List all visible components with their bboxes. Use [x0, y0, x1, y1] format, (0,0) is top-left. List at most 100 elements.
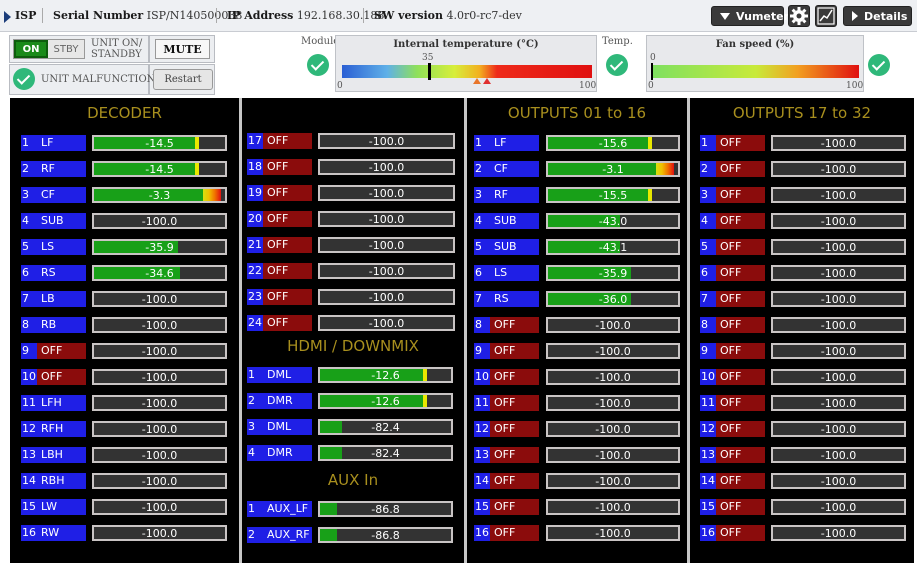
channel-label[interactable]: 12 OFF — [474, 421, 539, 437]
channel-label[interactable]: 11 OFF — [700, 395, 765, 411]
channel-label[interactable]: 5 LS — [21, 239, 86, 255]
level-value: -100.0 — [820, 422, 857, 436]
app-name: ISP — [15, 9, 37, 22]
channel-label[interactable]: 9 OFF — [700, 343, 765, 359]
restart-button[interactable]: Restart — [153, 69, 213, 90]
level-value: -86.8 — [371, 502, 400, 516]
channel-label[interactable]: 6 RS — [21, 265, 86, 281]
channel-label[interactable]: 3 CF — [21, 187, 86, 203]
gear-icon[interactable] — [788, 5, 810, 27]
channel-label[interactable]: 21 OFF — [247, 237, 312, 253]
channel-label[interactable]: 4 OFF — [700, 213, 765, 229]
level-meter: -15.5 — [546, 187, 680, 203]
channel-label[interactable]: 4 SUB — [474, 213, 539, 229]
channel-label[interactable]: 6 OFF — [700, 265, 765, 281]
channel-name: OFF — [263, 237, 312, 253]
channel-row: 9 OFF -100.0 — [474, 343, 680, 359]
channel-row: 1 LF -14.5 — [21, 135, 227, 151]
column-divider — [239, 98, 242, 563]
channel-label[interactable]: 22 OFF — [247, 263, 312, 279]
on-state[interactable]: ON — [14, 40, 48, 58]
channel-label[interactable]: 17 OFF — [247, 133, 312, 149]
channel-label[interactable]: 5 OFF — [700, 239, 765, 255]
expand-arrow-icon[interactable] — [4, 11, 11, 23]
channel-label[interactable]: 1 DML — [247, 367, 312, 383]
channel-number: 10 — [700, 369, 716, 385]
channel-label[interactable]: 14 RBH — [21, 473, 86, 489]
channel-label[interactable]: 16 OFF — [474, 525, 539, 541]
channel-label[interactable]: 5 SUB — [474, 239, 539, 255]
level-meter: -100.0 — [92, 395, 227, 411]
channel-row: 2 AUX_RF -86.8 — [247, 527, 453, 543]
channel-label[interactable]: 10 OFF — [700, 369, 765, 385]
channel-number: 14 — [474, 473, 490, 489]
channel-label[interactable]: 24 OFF — [247, 315, 312, 331]
channel-label[interactable]: 10 OFF — [21, 369, 86, 385]
channel-label[interactable]: 19 OFF — [247, 185, 312, 201]
channel-number: 5 — [474, 239, 490, 255]
channel-label[interactable]: 15 OFF — [474, 499, 539, 515]
mute-button[interactable]: MUTE — [155, 39, 210, 59]
channel-label[interactable]: 13 OFF — [700, 447, 765, 463]
channel-label[interactable]: 6 LS — [474, 265, 539, 281]
channel-row: 23 OFF -100.0 — [247, 289, 455, 305]
caret-down-icon — [720, 12, 730, 20]
channel-label[interactable]: 14 OFF — [700, 473, 765, 489]
channel-label[interactable]: 16 RW — [21, 525, 86, 541]
channel-row: 9 OFF -100.0 — [700, 343, 906, 359]
channel-label[interactable]: 7 OFF — [700, 291, 765, 307]
channel-label[interactable]: 8 OFF — [474, 317, 539, 333]
channel-label[interactable]: 1 LF — [21, 135, 86, 151]
channel-label[interactable]: 18 OFF — [247, 159, 312, 175]
channel-name: SUB — [490, 213, 539, 229]
channel-label[interactable]: 12 OFF — [700, 421, 765, 437]
channel-number: 20 — [247, 211, 263, 227]
channel-label[interactable]: 14 OFF — [474, 473, 539, 489]
channel-label[interactable]: 13 LBH — [21, 447, 86, 463]
channel-label[interactable]: 8 OFF — [700, 317, 765, 333]
standby-state[interactable]: STBY — [48, 40, 84, 58]
power-toggle[interactable]: ON STBY — [13, 39, 85, 59]
channel-label[interactable]: 16 OFF — [700, 525, 765, 541]
level-meter: -100.0 — [318, 185, 455, 201]
vumeter-dropdown[interactable]: Vumeter — [711, 6, 789, 26]
channel-label[interactable]: 9 OFF — [474, 343, 539, 359]
channel-number: 7 — [21, 291, 37, 307]
channel-label[interactable]: 15 OFF — [700, 499, 765, 515]
details-button[interactable]: Details — [843, 6, 912, 26]
channel-label[interactable]: 9 OFF — [21, 343, 86, 359]
channel-name: CF — [490, 161, 539, 177]
channel-label[interactable]: 3 OFF — [700, 187, 765, 203]
channel-label[interactable]: 4 SUB — [21, 213, 86, 229]
channel-name: DMR — [263, 445, 312, 461]
channel-label[interactable]: 4 DMR — [247, 445, 312, 461]
channel-label[interactable]: 3 DML — [247, 419, 312, 435]
channel-label[interactable]: 7 LB — [21, 291, 86, 307]
channel-label[interactable]: 1 OFF — [700, 135, 765, 151]
channel-label[interactable]: 11 LFH — [21, 395, 86, 411]
channel-label[interactable]: 1 LF — [474, 135, 539, 151]
channel-label[interactable]: 1 AUX_LF — [247, 501, 312, 517]
channel-label[interactable]: 8 RB — [21, 317, 86, 333]
channel-label[interactable]: 23 OFF — [247, 289, 312, 305]
level-meter: -100.0 — [546, 421, 680, 437]
channel-label[interactable]: 20 OFF — [247, 211, 312, 227]
channel-label[interactable]: 11 OFF — [474, 395, 539, 411]
channel-number: 12 — [21, 421, 37, 437]
channel-label[interactable]: 7 RS — [474, 291, 539, 307]
channel-label[interactable]: 2 DMR — [247, 393, 312, 409]
channel-label[interactable]: 15 LW — [21, 499, 86, 515]
channel-label[interactable]: 2 AUX_RF — [247, 527, 312, 543]
channel-label[interactable]: 2 CF — [474, 161, 539, 177]
channel-number: 2 — [21, 161, 37, 177]
chart-icon[interactable] — [815, 5, 837, 27]
channel-label[interactable]: 2 RF — [21, 161, 86, 177]
channel-label[interactable]: 2 OFF — [700, 161, 765, 177]
channel-label[interactable]: 12 RFH — [21, 421, 86, 437]
channel-label[interactable]: 13 OFF — [474, 447, 539, 463]
channel-label[interactable]: 10 OFF — [474, 369, 539, 385]
channel-label[interactable]: 3 RF — [474, 187, 539, 203]
channel-row: 8 OFF -100.0 — [474, 317, 680, 333]
channel-name: OFF — [37, 369, 86, 385]
level-value: -14.5 — [145, 136, 174, 150]
